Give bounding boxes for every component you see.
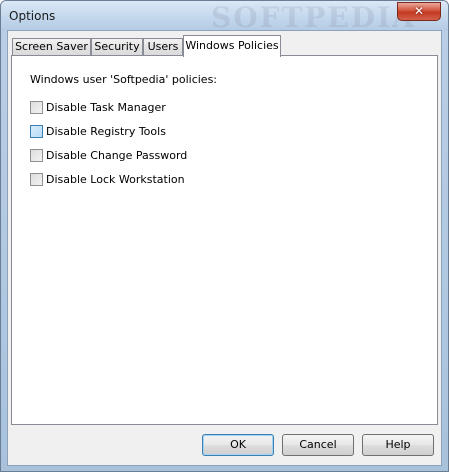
tab-label: Users	[147, 40, 179, 53]
dialog-buttons: OK Cancel Help	[8, 430, 441, 460]
cancel-button[interactable]: Cancel	[282, 434, 354, 456]
help-button[interactable]: Help	[362, 434, 434, 456]
tab-security[interactable]: Security	[91, 38, 143, 56]
checkbox-box[interactable]	[30, 101, 43, 114]
dialog-body: Screen Saver Security Users Windows Poli…	[7, 30, 442, 466]
checkbox-label: Disable Lock Workstation	[46, 173, 185, 186]
checkbox-label: Disable Change Password	[46, 149, 188, 162]
checkbox-box[interactable]	[30, 173, 43, 186]
windows-policies-panel: Windows user 'Softpedia' policies: Disab…	[11, 55, 438, 425]
policies-heading: Windows user 'Softpedia' policies:	[30, 73, 217, 86]
tab-windows-policies[interactable]: Windows Policies	[183, 35, 281, 57]
close-button[interactable]: ✕	[397, 2, 441, 21]
checkbox-label: Disable Task Manager	[46, 101, 166, 114]
options-window: Options SOFTPEDIA ✕ Screen Saver Securit…	[0, 0, 449, 472]
tab-label: Security	[94, 40, 140, 53]
tab-screen-saver[interactable]: Screen Saver	[12, 38, 91, 56]
checkbox-label: Disable Registry Tools	[46, 125, 166, 138]
close-icon: ✕	[413, 4, 425, 18]
tab-users[interactable]: Users	[143, 38, 183, 56]
tab-label: Windows Policies	[185, 39, 279, 52]
tab-label: Screen Saver	[15, 40, 88, 53]
ok-button[interactable]: OK	[202, 434, 274, 456]
checkbox-box[interactable]	[30, 125, 43, 138]
title-bar[interactable]: Options SOFTPEDIA ✕	[1, 1, 448, 34]
window-title: Options	[9, 9, 56, 23]
checkbox-box[interactable]	[30, 149, 43, 162]
